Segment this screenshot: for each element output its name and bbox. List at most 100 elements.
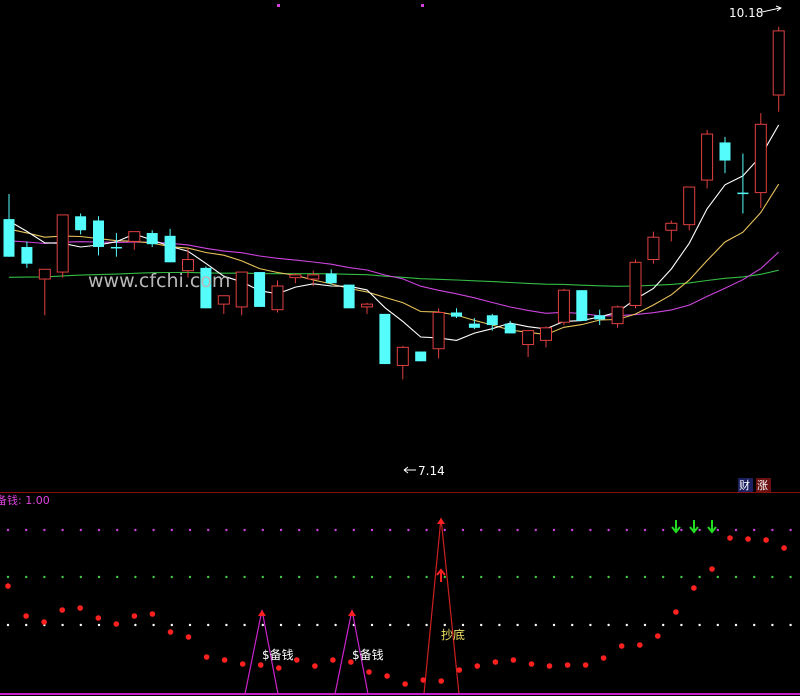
indicator-dot [528,661,535,667]
indicator-dot [294,657,300,663]
candle-body-up [772,30,785,96]
reference-dot [789,528,792,532]
reference-dot [407,575,410,579]
candle-body-up [647,236,660,261]
candle-body-up [217,295,230,305]
indicator-dot [59,607,65,613]
reference-dot [753,623,756,627]
reference-dot [334,528,337,532]
stock-chart: www.cfchi.com 10.18 7.14 财 涨 备钱: 1.00 $备… [0,0,800,696]
reference-dot [334,575,337,579]
reference-dot [534,575,537,579]
reference-dot [516,623,519,627]
reference-dot [425,528,428,532]
signal-label-buy: $备钱 [262,647,294,662]
reference-dot [25,575,28,579]
reference-dot [25,528,28,532]
reference-dot [261,575,264,579]
reference-dot [771,575,774,579]
reference-dot [625,623,628,627]
reference-dot [61,575,64,579]
reference-dot [170,528,173,532]
candle-body-down [254,272,266,307]
reference-dot [316,575,319,579]
indicator-dot [727,535,733,541]
reference-dot [662,623,665,627]
reference-dot [680,623,683,627]
badge-cai[interactable]: 财 [739,478,750,492]
reference-dot [316,528,319,532]
candle-body-up [611,306,624,325]
reference-dot [188,623,192,627]
candle-body-down [576,290,588,321]
reference-dot [389,528,392,532]
reference-dot [279,528,283,532]
reference-dot [261,528,264,532]
reference-dot [552,528,556,532]
indicator-dot [366,669,372,675]
reference-dot [625,528,628,532]
indicator-dot [402,681,408,687]
reference-dot [116,575,119,579]
reference-dot [680,528,683,532]
reference-dot [61,623,64,627]
reference-dot [225,575,228,579]
reference-dot [571,575,574,579]
reference-dot [480,623,483,627]
reference-dot [243,575,246,579]
reference-dot [734,575,738,579]
watermark: www.cfchi.com [88,270,230,292]
indicator-dot [167,629,174,635]
reference-dot [425,575,428,579]
reference-dot [116,528,119,532]
candle-body-down [719,142,731,161]
candle-body-up [629,261,642,307]
reference-dot [461,623,465,627]
reference-dot [753,575,756,579]
reference-dot [698,623,701,627]
reference-dot [61,528,64,532]
candle-body-up [235,271,248,308]
reference-dot [152,528,155,532]
indicator-dot [239,661,246,667]
reference-dot [134,623,137,627]
candle-body-down [93,220,104,247]
reference-dot [225,528,228,532]
reference-dot [370,623,374,627]
reference-dot [79,528,83,532]
reference-dot [152,623,155,627]
reference-dot [498,623,501,627]
indicator-dot [203,654,210,660]
reference-dot [407,623,410,627]
candle-body-down [468,323,480,328]
reference-dot [389,623,392,627]
reference-dot [207,575,210,579]
reference-dot [243,528,246,532]
reference-dot [443,623,446,627]
reference-dot [534,623,537,627]
indicator-dot [312,663,318,669]
candle-body-up [38,268,51,280]
indicator-dot [655,633,661,639]
reference-dot [680,575,683,579]
indicator-dot [221,657,228,663]
reference-dot [607,575,610,579]
indicator-dot [582,662,589,668]
badge-zhang[interactable]: 涨 [757,479,768,492]
indicator-dot [709,566,715,572]
indicator-dot [5,583,11,589]
reference-dot [443,528,446,532]
reference-dot [225,623,228,627]
indicator-dot [185,634,192,640]
reference-dot [734,623,738,627]
candle-body-down [75,216,87,231]
indicator-dot [637,642,643,648]
reference-dot [552,575,556,579]
reference-dot [316,623,319,627]
reference-dot [552,623,556,627]
indicator-dot [23,613,29,619]
reference-dot [170,575,173,579]
candle-body-down [146,233,158,245]
reference-dot [389,575,392,579]
candle-body-down [451,312,462,317]
